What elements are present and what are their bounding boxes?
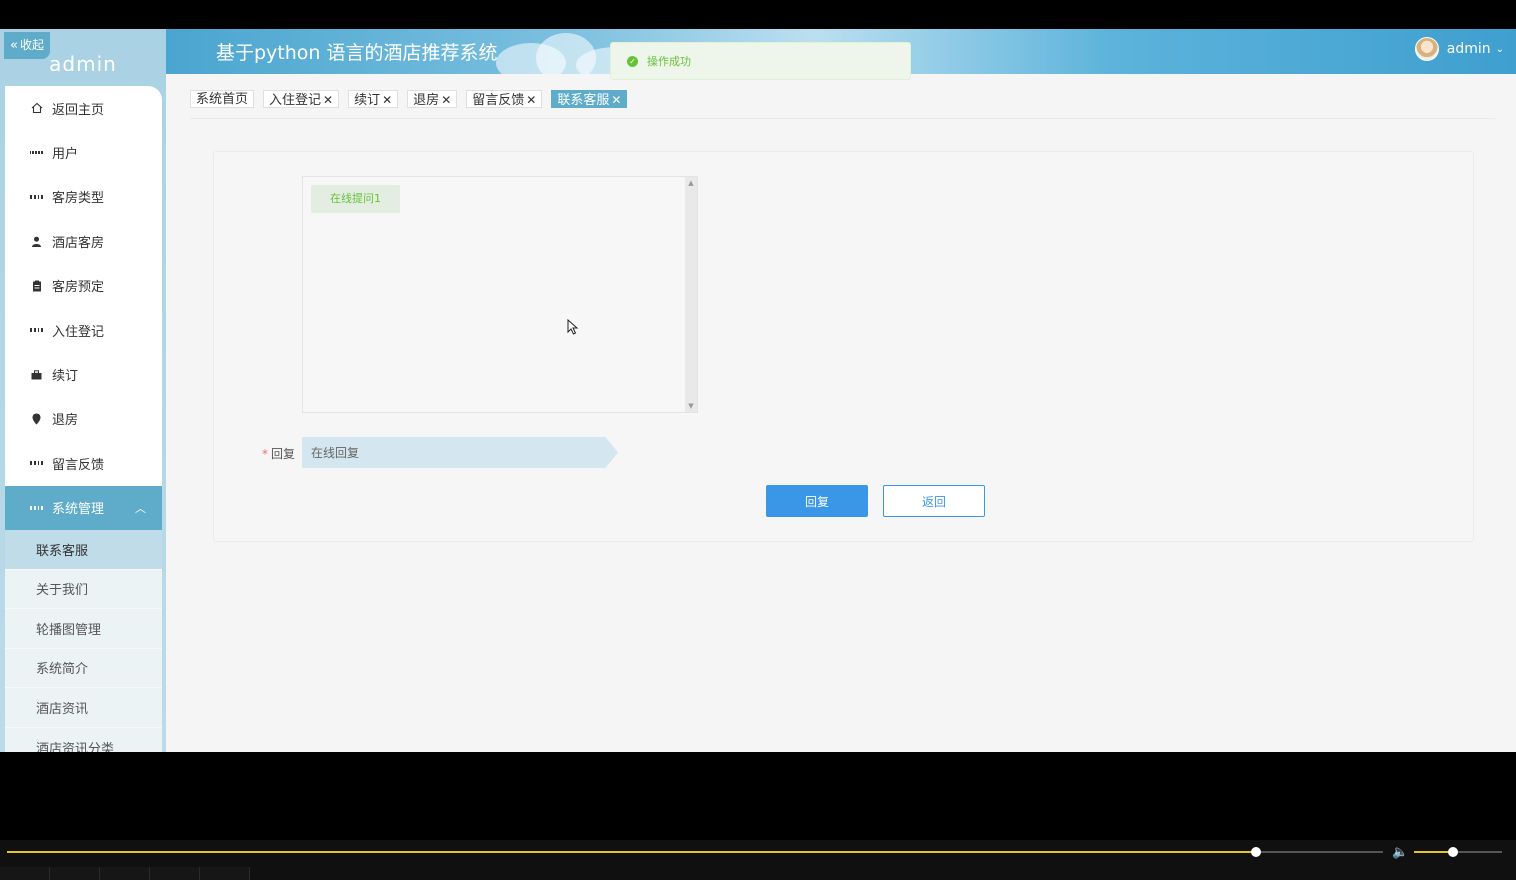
avatar [1414, 37, 1439, 61]
sidebar-item-label: 续订 [52, 369, 79, 385]
chevron-up-icon: ︿ [135, 501, 146, 515]
sidebar-item-label: 酒店客房 [52, 235, 105, 251]
progress-handle[interactable] [1251, 847, 1262, 857]
tab-label: 续订 [354, 93, 381, 108]
submenu-item-about-us[interactable]: 关于我们 [5, 569, 162, 610]
home-icon [30, 102, 43, 115]
sidebar-item-checkout[interactable]: 退房 [5, 397, 162, 441]
grid-icon [30, 324, 43, 337]
player-control-strip [0, 867, 1516, 880]
close-icon[interactable]: ✕ [382, 93, 392, 107]
success-toast: ✓ 操作成功 [610, 42, 911, 80]
sidebar-item-feedback[interactable]: 留言反馈 [5, 441, 162, 485]
submenu-item-system-intro[interactable]: 系统简介 [5, 648, 162, 689]
tab-home[interactable]: 系统首页 [190, 90, 255, 108]
player-strip-segment [200, 867, 250, 880]
collapse-sidebar-button[interactable]: «收起 [4, 32, 50, 59]
tab-checkin[interactable]: 入住登记 ✕ [263, 90, 340, 108]
user-menu[interactable]: admin ⌄ [1414, 37, 1504, 61]
scroll-up-icon[interactable]: ▲ [685, 179, 697, 187]
sidebar-item-label: 留言反馈 [52, 457, 105, 473]
sidebar-item-label: 入住登记 [52, 324, 105, 340]
sidebar-item-label: 返回主页 [52, 102, 105, 118]
tab-label: 退房 [413, 93, 440, 108]
tab-label: 入住登记 [269, 93, 322, 108]
close-icon[interactable]: ✕ [611, 93, 621, 107]
sidebar-item-checkin[interactable]: 入住登记 [5, 308, 162, 352]
sidebar-item-renewal[interactable]: 续订 [5, 352, 162, 396]
sidebar-item-label: 退房 [52, 413, 79, 429]
close-icon[interactable]: ✕ [441, 93, 451, 107]
sidebar-item-users[interactable]: 用户 [5, 130, 162, 174]
scroll-down-icon[interactable]: ▼ [685, 402, 697, 410]
user-icon [30, 235, 43, 248]
close-icon[interactable]: ✕ [323, 93, 333, 107]
toast-message: 操作成功 [647, 55, 691, 68]
tab-checkout[interactable]: 退房 ✕ [407, 90, 458, 108]
submenu-item-hotel-news-category[interactable]: 酒店资讯分类 [5, 727, 162, 752]
tab-feedback[interactable]: 留言反馈 ✕ [466, 90, 543, 108]
chevron-down-icon: ⌄ [1495, 43, 1504, 55]
submenu-item-carousel[interactable]: 轮播图管理 [5, 609, 162, 649]
close-icon[interactable]: ✕ [526, 93, 536, 107]
volume-fill [1414, 851, 1453, 853]
sidebar-item-label: 用户 [52, 147, 79, 163]
video-player-bar: 🔈 [0, 840, 1516, 880]
player-strip-segment [150, 867, 200, 880]
player-strip-segment [100, 867, 150, 880]
tab-label: 留言反馈 [472, 93, 525, 108]
submenu-item-hotel-news[interactable]: 酒店资讯 [5, 688, 162, 728]
tabs-divider [190, 118, 1495, 119]
tab-label: 系统首页 [196, 92, 249, 107]
admin-frame: admin «收起 返回主页 用户 客房类型 酒店客房 客房预定 入住登记 续订… [0, 29, 1516, 752]
location-pin-icon [30, 412, 43, 425]
sidebar-item-label: 客房预定 [52, 280, 105, 296]
reply-field-label: * 回复 [262, 445, 295, 462]
chat-history[interactable]: 在线提问1 ▲ ▼ [302, 176, 698, 413]
tab-label: 联系客服 [557, 93, 610, 108]
required-marker: * [262, 447, 268, 461]
volume-icon[interactable]: 🔈 [1392, 845, 1408, 860]
volume-slider[interactable] [1414, 847, 1502, 857]
app-window: admin «收起 返回主页 用户 客房类型 酒店客房 客房预定 入住登记 续订… [0, 0, 1516, 880]
volume-handle[interactable] [1447, 847, 1458, 857]
username: admin [1446, 41, 1491, 57]
sidebar-menu: 返回主页 用户 客房类型 酒店客房 客房预定 入住登记 续订 退房 留言反馈 系… [5, 86, 162, 752]
chat-scrollbar[interactable]: ▲ ▼ [685, 177, 697, 412]
grid-icon [30, 501, 43, 514]
back-button[interactable]: 返回 [883, 485, 985, 517]
tab-renewal[interactable]: 续订 ✕ [348, 90, 399, 108]
sidebar: admin «收起 返回主页 用户 客房类型 酒店客房 客房预定 入住登记 续订… [0, 29, 166, 752]
briefcase-icon [30, 368, 43, 381]
sidebar-item-label: 系统管理 [52, 502, 105, 518]
submenu-item-contact-service[interactable]: 联系客服 [5, 529, 162, 570]
sidebar-item-room-types[interactable]: 客房类型 [5, 175, 162, 219]
system-title: 基于python 语言的酒店推荐系统 [216, 42, 498, 64]
check-circle-icon: ✓ [627, 55, 638, 67]
tab-bar: 系统首页 入住登记 ✕ 续订 ✕ 退房 ✕ 留言反馈 ✕ 联系客服 ✕ [190, 90, 636, 108]
progress-fill [7, 851, 1257, 853]
grid-icon [30, 190, 43, 203]
clipboard-icon [30, 279, 43, 292]
tab-contact-service[interactable]: 联系客服 ✕ [551, 90, 628, 108]
sidebar-item-hotel-rooms[interactable]: 酒店客房 [5, 219, 162, 263]
player-strip-segment [0, 867, 50, 880]
reply-label-text: 回复 [271, 447, 296, 461]
reply-submit-button[interactable]: 回复 [766, 485, 868, 517]
grid-icon [29, 146, 44, 159]
player-strip-segment [50, 867, 100, 880]
sidebar-item-label: 客房类型 [52, 191, 105, 207]
progress-slider[interactable] [7, 847, 1383, 857]
grid-icon [30, 457, 43, 470]
mouse-cursor-icon [567, 319, 579, 335]
reply-input[interactable] [302, 437, 618, 468]
sidebar-item-home[interactable]: 返回主页 [5, 86, 162, 130]
collapse-label: 收起 [19, 38, 44, 52]
sidebar-item-system-management[interactable]: 系统管理 ︿ [5, 485, 162, 530]
double-chevron-left-icon: « [10, 38, 18, 53]
chat-message: 在线提问1 [311, 185, 400, 213]
sidebar-item-room-booking[interactable]: 客房预定 [5, 264, 162, 308]
